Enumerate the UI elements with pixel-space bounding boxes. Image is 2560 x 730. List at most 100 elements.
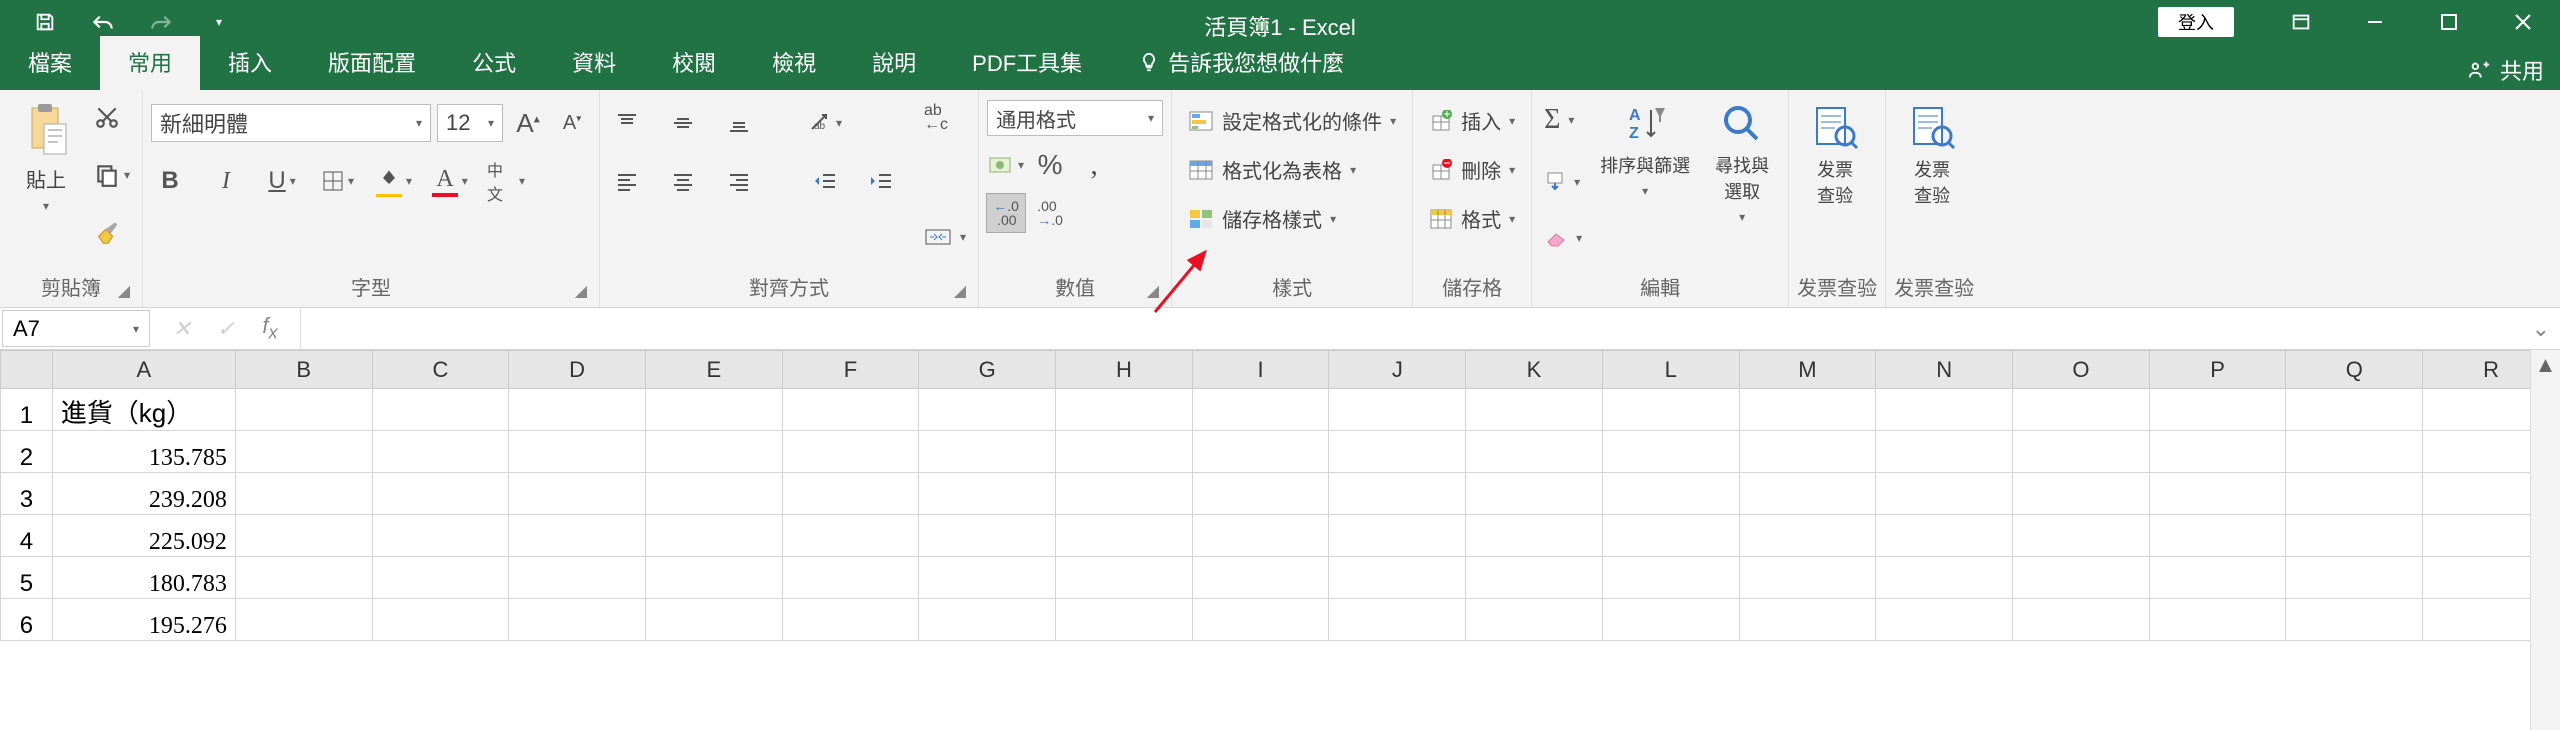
cell[interactable] (372, 515, 509, 557)
cell[interactable] (1876, 599, 2013, 641)
tab-file[interactable]: 檔案 (0, 36, 100, 90)
cell[interactable] (1466, 431, 1603, 473)
row-header-3[interactable]: 3 (1, 473, 53, 515)
align-right-button[interactable] (720, 162, 758, 200)
col-header-J[interactable]: J (1329, 351, 1466, 389)
cell[interactable] (372, 557, 509, 599)
font-family-combobox[interactable]: 新細明體▾ (151, 104, 431, 142)
cell[interactable] (1192, 557, 1329, 599)
col-header-A[interactable]: A (52, 351, 235, 389)
cell[interactable] (1466, 473, 1603, 515)
cell[interactable] (2013, 389, 2150, 431)
cell[interactable] (1192, 515, 1329, 557)
col-header-K[interactable]: K (1466, 351, 1603, 389)
cell[interactable] (1739, 557, 1876, 599)
cell[interactable] (919, 599, 1056, 641)
sort-filter-button[interactable]: AZ 排序與篩選▾ (1592, 96, 1698, 204)
align-bottom-button[interactable] (720, 104, 758, 142)
cell[interactable] (2286, 599, 2423, 641)
cell[interactable] (235, 473, 372, 515)
cell[interactable] (2286, 389, 2423, 431)
cell[interactable] (2286, 473, 2423, 515)
cell[interactable] (2286, 431, 2423, 473)
cell[interactable] (645, 473, 782, 515)
cell[interactable] (1329, 515, 1466, 557)
cell[interactable] (2286, 515, 2423, 557)
cell[interactable] (782, 515, 919, 557)
cell[interactable] (235, 557, 372, 599)
tab-pdf[interactable]: PDF工具集 (944, 36, 1110, 90)
cell[interactable] (1329, 473, 1466, 515)
col-header-C[interactable]: C (372, 351, 509, 389)
expand-formula-bar[interactable]: ⌄ (2532, 316, 2550, 342)
invoice-check-1-button[interactable]: 发票 查验 (1797, 96, 1873, 214)
cell[interactable] (1466, 599, 1603, 641)
clear-button[interactable] (1540, 224, 1586, 252)
cell[interactable] (1056, 431, 1193, 473)
cell-A3[interactable]: 239.208 (52, 473, 235, 515)
insert-cells-button[interactable]: 插入▾ (1421, 102, 1523, 139)
cancel-formula-button[interactable]: ✕ (162, 313, 202, 345)
cell[interactable] (1466, 389, 1603, 431)
col-header-I[interactable]: I (1192, 351, 1329, 389)
enter-formula-button[interactable]: ✓ (206, 313, 246, 345)
cell-styles-button[interactable]: 儲存格樣式▾ (1180, 200, 1344, 237)
cell[interactable] (1876, 557, 2013, 599)
cell[interactable] (919, 389, 1056, 431)
share-button[interactable]: 共用 (2468, 54, 2544, 86)
scroll-up-button[interactable]: ▲ (2531, 350, 2560, 380)
format-as-table-button[interactable]: 格式化為表格▾ (1180, 151, 1364, 188)
cell[interactable] (1602, 515, 1739, 557)
italic-button[interactable]: I (207, 162, 245, 200)
cell[interactable] (1876, 515, 2013, 557)
cell[interactable] (782, 599, 919, 641)
cell[interactable] (509, 389, 646, 431)
cell-A1[interactable]: 進貨（kg） (52, 389, 235, 431)
tab-home[interactable]: 常用 (100, 36, 200, 90)
cell[interactable] (645, 431, 782, 473)
dialog-launcher-icon[interactable]: ◢ (1147, 281, 1159, 301)
cell[interactable] (372, 473, 509, 515)
cell[interactable] (1466, 515, 1603, 557)
wrap-text-button[interactable]: ab←c (920, 100, 970, 136)
col-header-B[interactable]: B (235, 351, 372, 389)
cell[interactable] (509, 473, 646, 515)
undo-button[interactable] (76, 6, 130, 38)
find-select-button[interactable]: 尋找與 選取▾ (1704, 96, 1780, 230)
vertical-scrollbar[interactable]: ▲ (2530, 350, 2560, 730)
redo-button[interactable] (134, 6, 188, 38)
col-header-F[interactable]: F (782, 351, 919, 389)
paste-button[interactable]: 貼上 ▾ (8, 96, 84, 219)
cut-button[interactable] (90, 100, 134, 134)
tab-review[interactable]: 校閱 (644, 36, 744, 90)
col-header-E[interactable]: E (645, 351, 782, 389)
align-center-button[interactable] (664, 162, 702, 200)
accounting-format-button[interactable] (987, 146, 1025, 184)
cell[interactable] (1192, 389, 1329, 431)
fill-button[interactable] (1540, 167, 1586, 197)
cell[interactable] (1466, 557, 1603, 599)
ribbon-display-options[interactable] (2264, 0, 2338, 44)
cell[interactable] (235, 515, 372, 557)
copy-button[interactable]: ▾ (90, 158, 134, 192)
cell[interactable] (1329, 557, 1466, 599)
name-box[interactable]: A7▾ (2, 310, 150, 347)
number-format-combobox[interactable]: 通用格式▾ (987, 100, 1163, 136)
cell-A6[interactable]: 195.276 (52, 599, 235, 641)
cell[interactable] (919, 515, 1056, 557)
underline-button[interactable]: U (263, 162, 301, 200)
cell[interactable] (1056, 389, 1193, 431)
cell[interactable] (2149, 473, 2286, 515)
delete-cells-button[interactable]: 刪除▾ (1421, 151, 1523, 188)
invoice-check-2-button[interactable]: 发票 查验 (1894, 96, 1970, 214)
cell[interactable] (372, 389, 509, 431)
minimize-button[interactable] (2338, 0, 2412, 44)
autosum-button[interactable]: Σ (1540, 100, 1586, 140)
col-header-H[interactable]: H (1056, 351, 1193, 389)
cell[interactable] (1602, 557, 1739, 599)
cell[interactable] (1602, 389, 1739, 431)
row-header-6[interactable]: 6 (1, 599, 53, 641)
cell[interactable] (782, 473, 919, 515)
col-header-N[interactable]: N (1876, 351, 2013, 389)
cell[interactable] (2149, 389, 2286, 431)
